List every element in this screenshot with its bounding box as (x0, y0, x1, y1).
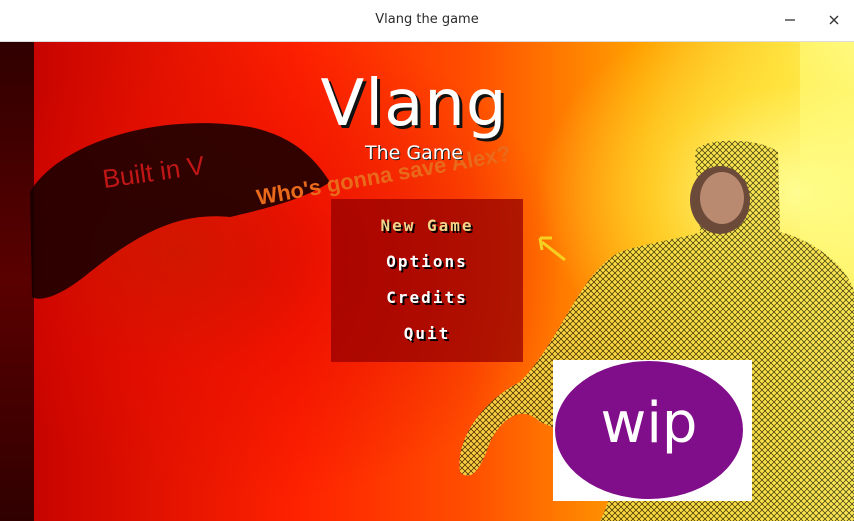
game-subtitle: The Game (365, 142, 463, 164)
dark-swoosh (30, 123, 330, 299)
arrow-icon (538, 236, 566, 262)
wip-badge-label: wip (600, 391, 698, 456)
main-menu: New Game Options Credits Quit (331, 199, 523, 362)
close-button[interactable] (822, 8, 846, 32)
menu-item-options[interactable]: Options (331, 252, 523, 271)
menu-item-quit[interactable]: Quit (331, 324, 523, 343)
game-title: Vlang (320, 67, 508, 141)
game-scene: Built in V Who's gonna save Alex? Vlang … (0, 42, 854, 521)
wip-badge: wip (553, 360, 752, 501)
menu-item-new-game[interactable]: New Game (331, 216, 523, 235)
game-window: Vlang the game Built in V Who's gonna sa… (0, 0, 854, 521)
close-icon (829, 15, 839, 25)
minimize-button[interactable] (778, 8, 802, 32)
minimize-icon (785, 19, 795, 21)
menu-item-credits[interactable]: Credits (331, 288, 523, 307)
window-title: Vlang the game (375, 12, 479, 27)
title-bar: Vlang the game (0, 0, 854, 42)
